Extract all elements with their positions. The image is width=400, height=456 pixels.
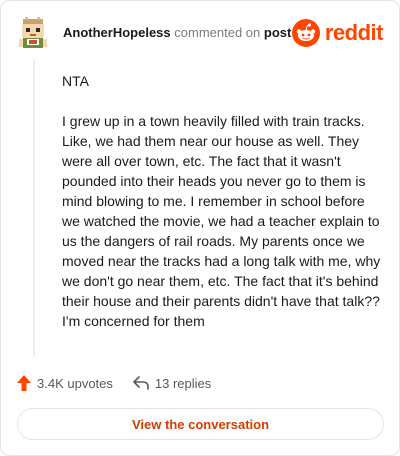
upvote-count: 3.4K upvotes <box>37 375 113 391</box>
thread-line <box>33 59 35 357</box>
reddit-snoo-icon <box>291 19 320 47</box>
comment-actions: 3.4K upvotes 13 replies <box>17 373 211 393</box>
comment-header: AnotherHopeless commented on post reddit <box>17 17 384 49</box>
reddit-wordmark: reddit <box>324 20 384 45</box>
avatar[interactable] <box>17 17 49 49</box>
replies-button[interactable]: 13 replies <box>133 376 211 391</box>
post-link[interactable]: post <box>264 25 291 40</box>
author-line: AnotherHopeless commented on post <box>63 25 291 40</box>
reply-arrow-icon <box>133 376 149 390</box>
author-name[interactable]: AnotherHopeless <box>63 25 171 40</box>
comment-paragraph: NTA <box>62 73 89 89</box>
reply-count: 13 replies <box>154 375 212 391</box>
upvote-arrow-icon <box>17 375 31 391</box>
comment-card: AnotherHopeless commented on post reddit… <box>0 0 400 456</box>
upvote-button[interactable]: 3.4K upvotes <box>17 375 113 391</box>
reddit-logo[interactable]: reddit <box>291 17 384 49</box>
commented-on-text: commented on <box>174 25 261 40</box>
view-conversation-button[interactable]: View the conversation <box>17 408 384 440</box>
comment-paragraph: I grew up in a town heavily filled with … <box>62 113 381 329</box>
comment-body: NTA I grew up in a town heavily filled w… <box>62 71 382 351</box>
